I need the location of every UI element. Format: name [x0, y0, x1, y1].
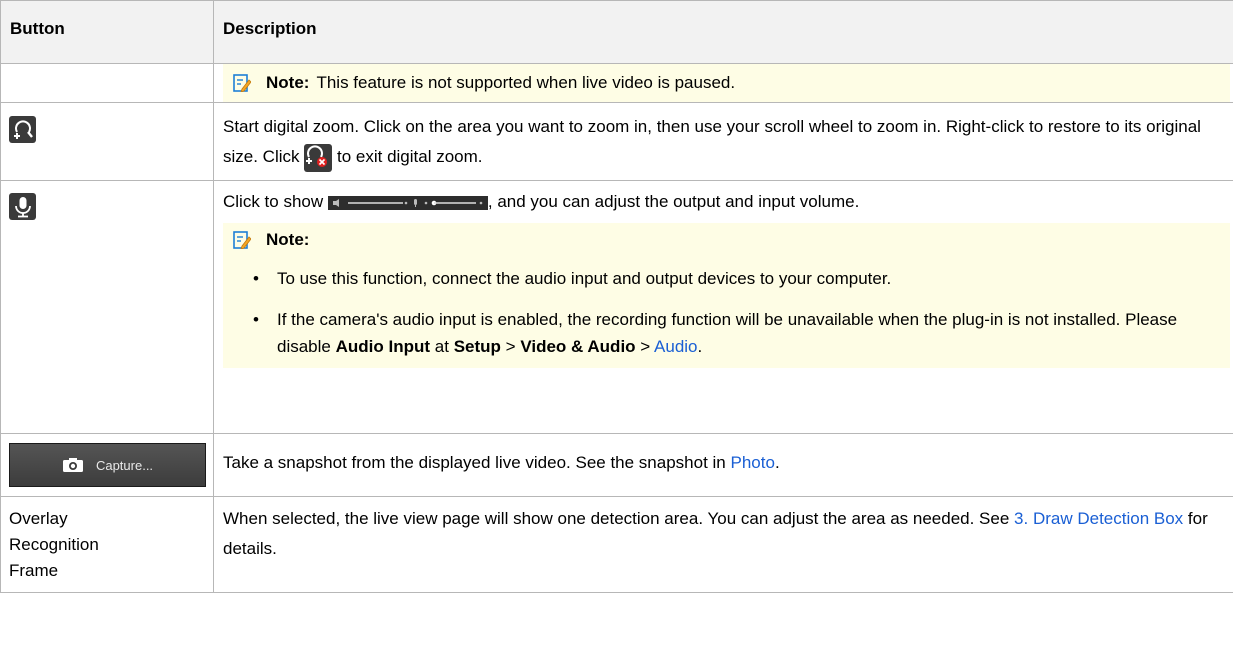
- note-pencil-icon: [233, 231, 251, 249]
- note-label: Note:: [266, 230, 310, 249]
- overlay-recognition-frame-label: Overlay Recognition Frame: [9, 509, 99, 580]
- button-cell: [0, 102, 214, 181]
- draw-detection-box-link[interactable]: 3. Draw Detection Box: [1014, 509, 1183, 528]
- capture-text: Take a snapshot from the displayed live …: [223, 453, 726, 472]
- list-item: If the camera's audio input is enabled, …: [253, 306, 1218, 360]
- zoom-text-2: to exit digital zoom.: [336, 147, 483, 166]
- button-description-table: Button Description Note: This feature is…: [0, 0, 1233, 593]
- table-row: Click to show , and you can adjust the o…: [0, 180, 1233, 434]
- capture-button-label: Capture...: [95, 457, 154, 473]
- capture-end: .: [774, 453, 780, 472]
- note-bullet-list: To use this function, connect the audio …: [233, 265, 1218, 360]
- bullet-2-video-audio: Video & Audio: [520, 337, 636, 356]
- audio-description: Click to show , and you can adjust the o…: [223, 181, 1233, 217]
- audio-link[interactable]: Audio: [654, 337, 697, 356]
- overlay-description: When selected, the live view page will s…: [223, 497, 1233, 564]
- button-cell: [0, 180, 214, 434]
- exit-digital-zoom-icon[interactable]: [304, 143, 333, 172]
- camera-icon: [62, 458, 83, 472]
- bullet-2-sep: >: [505, 337, 516, 356]
- description-cell: When selected, the live view page will s…: [213, 496, 1233, 593]
- capture-description: Take a snapshot from the displayed live …: [223, 434, 1233, 478]
- bullet-2-end: .: [697, 337, 703, 356]
- bullet-2-at: at: [434, 337, 449, 356]
- audio-text-1: Click to show: [223, 192, 324, 211]
- list-item: To use this function, connect the audio …: [253, 265, 1218, 292]
- note-text: This feature is not supported when live …: [316, 73, 736, 92]
- audio-note-box: Note: To use this function, connect the …: [223, 223, 1230, 368]
- zoom-description: Start digital zoom. Click on the area yo…: [223, 103, 1233, 172]
- description-cell: Take a snapshot from the displayed live …: [213, 433, 1233, 497]
- audio-text-2: , and you can adjust the output and inpu…: [487, 192, 860, 211]
- button-cell: Overlay Recognition Frame: [0, 496, 214, 593]
- capture-button[interactable]: Capture...: [9, 443, 206, 487]
- button-cell: Capture...: [0, 433, 214, 497]
- digital-zoom-icon[interactable]: [9, 116, 36, 143]
- table-row: Overlay Recognition Frame When selected,…: [0, 496, 1233, 593]
- button-cell-empty: [0, 63, 214, 103]
- microphone-icon[interactable]: [9, 193, 36, 220]
- header-button: Button: [0, 0, 214, 64]
- description-cell: Start digital zoom. Click on the area yo…: [213, 102, 1233, 181]
- note-box: Note: This feature is not supported when…: [223, 64, 1230, 102]
- bullet-2-sep-2: >: [640, 337, 651, 356]
- header-description: Description: [213, 0, 1233, 64]
- table-row: Capture... Take a snapshot from the disp…: [0, 433, 1233, 497]
- note-label: Note:: [266, 73, 310, 92]
- table-row: Start digital zoom. Click on the area yo…: [0, 102, 1233, 181]
- photo-link[interactable]: Photo: [731, 453, 775, 472]
- table-row: Note: This feature is not supported when…: [0, 63, 1233, 103]
- overlay-text-1: When selected, the live view page will s…: [223, 509, 1010, 528]
- note-pencil-icon: [233, 74, 251, 92]
- bullet-2-setup: Setup: [453, 337, 501, 356]
- bullet-2-audio-input: Audio Input: [335, 337, 431, 356]
- bullet-1-text: To use this function, connect the audio …: [277, 269, 892, 288]
- volume-slider-icon[interactable]: [327, 195, 488, 210]
- description-cell: Click to show , and you can adjust the o…: [213, 180, 1233, 434]
- audio-note-header: Note:: [233, 229, 1218, 251]
- description-cell: Note: This feature is not supported when…: [213, 63, 1233, 103]
